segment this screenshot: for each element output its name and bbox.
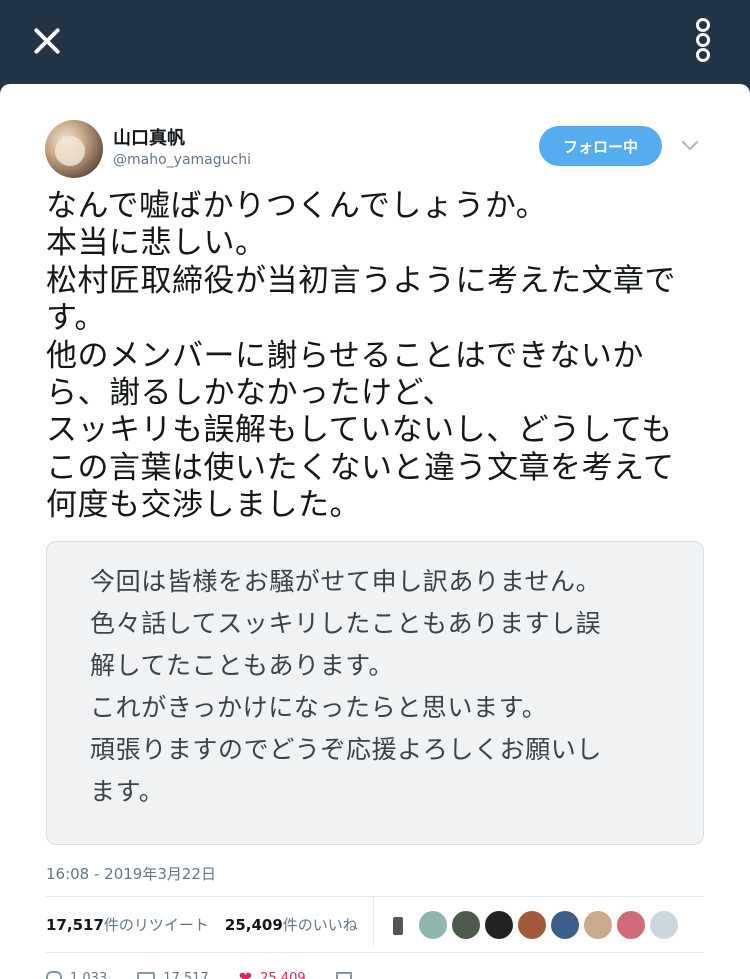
liker-avatar[interactable] — [418, 910, 448, 940]
user-name[interactable]: 山口真帆 — [113, 124, 185, 150]
liker-avatar[interactable] — [451, 910, 481, 940]
retweet-stat[interactable]: 17,517件のリツイート — [46, 914, 209, 935]
tweet-text: なんで嘘ばかりつくんでしょうか。 本当に悲しい。 松村匠取締役が当初言うように考… — [46, 188, 706, 525]
liker-avatar[interactable] — [550, 910, 580, 940]
tweet-line: この言葉は使いたくないと違う文章を考えて — [46, 449, 675, 486]
chevron-down-icon[interactable] — [681, 133, 699, 151]
top-bar — [0, 0, 750, 84]
tweet-line: なんで嘘ばかりつくんでしょうか。 — [46, 188, 548, 224]
envelope-icon — [335, 972, 352, 979]
liker-avatar[interactable] — [649, 910, 679, 940]
stats-divider — [373, 896, 374, 946]
tweet-line: ら、謝るしかなかったけど、 — [46, 375, 454, 412]
retweet-icon — [137, 972, 156, 979]
retweet-stat-label: 件のリツイート — [103, 916, 209, 934]
liker-avatar[interactable] — [484, 910, 514, 940]
like-stat-count: 25,409 — [224, 916, 283, 934]
liker-avatar[interactable] — [616, 910, 646, 940]
like-stat[interactable]: 25,409件のいいね — [225, 914, 358, 935]
engagement-stats: 17,517件のリツイート 25,409件のいいね — [46, 914, 358, 935]
following-button[interactable]: フォロー中 — [539, 126, 662, 166]
dm-button[interactable] — [335, 972, 352, 979]
tweet-line: す。 — [46, 300, 106, 337]
attached-image[interactable]: 今回は皆様をお騒がせて申し訳ありません。 色々話してスッキリしたこともありますし… — [46, 541, 704, 845]
retweet-count: 17,517 — [163, 970, 209, 979]
statement-line: 今回は皆様をお騒がせて申し訳ありません。 — [90, 567, 602, 596]
statement-line: 色々話してスッキリしたこともありますし誤 — [90, 609, 602, 638]
tweet-line: 何度も交渉しました。 — [46, 487, 361, 524]
retweet-button[interactable]: 17,517 — [137, 971, 209, 979]
retweet-stat-count: 17,517 — [46, 916, 104, 934]
heart-icon: ❤ — [238, 968, 253, 979]
tweet-line: 他のメンバーに謝らせることはできないか — [46, 337, 644, 374]
tweet-line: 松村匠取締役が当初言うように考えた文章で — [46, 262, 676, 299]
reply-button[interactable]: 1,033 — [46, 971, 107, 979]
reply-count: 1,033 — [70, 970, 108, 979]
liker-avatar[interactable] — [517, 910, 547, 940]
timestamp[interactable]: 16:08 - 2019年3月22日 — [46, 863, 216, 884]
more-dot — [696, 33, 710, 47]
liker-avatar[interactable] — [583, 910, 613, 940]
statement-line: これがきっかけになったらと思います。 — [90, 693, 548, 722]
quoted-statement: 今回は皆様をお騒がせて申し訳ありません。 色々話してスッキリしたこともありますし… — [90, 561, 680, 813]
user-handle[interactable]: @maho_yamaguchi — [113, 152, 251, 168]
statement-line: 頑張りますのでどうぞ応援よろしくお願いし — [90, 735, 603, 764]
tweet-line: スッキリも誤解もしていないし、どうしても — [46, 412, 673, 449]
tweet-actions: 1,033 17,517 ❤ 25,409 — [46, 970, 352, 979]
liker-avatar[interactable] — [392, 916, 404, 936]
like-count: 25,409 — [260, 970, 306, 979]
divider — [46, 896, 704, 897]
like-button[interactable]: ❤ 25,409 — [239, 970, 306, 979]
statement-line: ます。 — [90, 777, 165, 806]
close-icon[interactable] — [26, 20, 68, 62]
like-stat-label: 件のいいね — [282, 916, 358, 934]
divider — [46, 952, 704, 953]
tweet-card: 山口真帆 @maho_yamaguchi フォロー中 なんで嘘ばかりつくんでしょ… — [0, 84, 750, 979]
tweet-line: 本当に悲しい。 — [46, 225, 267, 262]
statement-line: 解してたこともあります。 — [90, 651, 394, 680]
more-dot — [696, 48, 710, 62]
avatar[interactable] — [45, 120, 103, 178]
more-vertical-icon[interactable] — [690, 18, 716, 62]
reply-icon — [46, 971, 62, 979]
more-dot — [696, 18, 710, 32]
